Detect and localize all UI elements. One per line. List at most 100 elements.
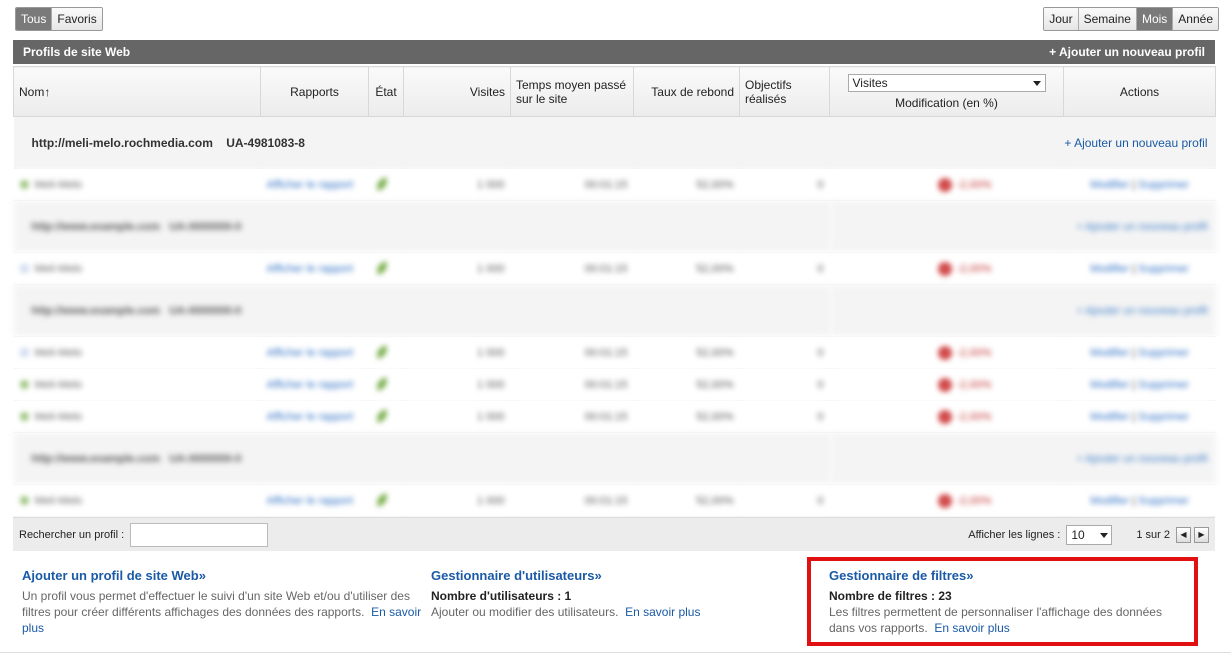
profile-name[interactable]: Meli-Melo (35, 263, 83, 275)
time-value: 00:01:15 (510, 368, 634, 401)
col-avg-time-header[interactable]: Temps moyen passé sur le site (510, 66, 634, 117)
leaf-icon (373, 344, 390, 359)
add-profile-header-link[interactable]: + Ajouter un nouveau profil (1049, 45, 1205, 59)
account-url: http://www.example.com (31, 452, 161, 465)
search-profile-input[interactable] (130, 522, 269, 547)
view-report-link[interactable]: Afficher le rapport (267, 347, 354, 359)
delete-link[interactable]: Supprimer (1138, 495, 1189, 507)
arrow-down-icon (937, 261, 952, 276)
profile-name[interactable]: Meli-Melo (35, 179, 83, 191)
profiles-table: Nom↑ Rapports État Visites Temps moyen p… (13, 66, 1216, 517)
account-ua: UA-0000000-0 (169, 304, 242, 317)
edit-link[interactable]: Modifier (1090, 379, 1129, 391)
col-state-header[interactable]: État (368, 66, 404, 117)
col-goals-header[interactable]: Objectifs réalisés (739, 66, 830, 117)
table-row: Meli-Melo Afficher le rapport 1 000 00:0… (13, 484, 1216, 517)
bounce-value: 52,00% (633, 400, 740, 433)
view-report-link[interactable]: Afficher le rapport (267, 379, 354, 391)
view-report-link[interactable]: Afficher le rapport (267, 263, 354, 275)
filter-favorites-button[interactable]: Favoris (51, 8, 102, 30)
time-value: 00:01:15 (510, 400, 634, 433)
col-visits-header[interactable]: Visites (403, 66, 511, 117)
arrow-down-icon (937, 345, 952, 360)
bounce-value: 52,00% (633, 168, 740, 201)
users-manager-title-link[interactable]: Gestionnaire d'utilisateurs» (431, 568, 791, 584)
arrow-down-icon (937, 177, 952, 192)
view-report-link[interactable]: Afficher le rapport (267, 411, 354, 423)
profile-name[interactable]: Meli-Melo (35, 347, 83, 359)
col-name-header[interactable]: Nom↑ (13, 66, 261, 117)
account-row: http://www.example.com UA-0000000-0 + Aj… (13, 284, 1216, 337)
table-footer-bar: Rechercher un profil : Afficher les lign… (13, 517, 1215, 551)
account-row: http://www.example.com UA-0000000-0 + Aj… (13, 200, 1216, 253)
delete-link[interactable]: Supprimer (1138, 347, 1189, 359)
rows-per-page-value: 10 (1071, 527, 1085, 542)
goals-value: 0 (739, 368, 830, 401)
account-row: http://meli-melo.rochmedia.com UA-498108… (13, 116, 1216, 169)
profile-name[interactable]: Meli-Melo (35, 411, 83, 423)
period-toggle: Jour Semaine Mois Année (1043, 7, 1219, 31)
account-url: http://www.example.com (31, 304, 161, 317)
prev-page-icon[interactable]: ◀ (1176, 526, 1191, 543)
rows-label: Afficher les lignes : (968, 528, 1061, 541)
arrow-down-icon (937, 377, 952, 392)
goals-value: 0 (739, 252, 830, 285)
delete-link[interactable]: Supprimer (1138, 179, 1189, 191)
delete-link[interactable]: Supprimer (1138, 263, 1189, 275)
period-year-button[interactable]: Année (1172, 8, 1218, 30)
profiles-panel-header: Profils de site Web + Ajouter un nouveau… (13, 40, 1215, 64)
status-icon (19, 180, 29, 190)
view-report-link[interactable]: Afficher le rapport (267, 495, 354, 507)
divider (0, 652, 1231, 653)
add-profile-title-link[interactable]: Ajouter un profil de site Web» (22, 568, 422, 584)
time-value: 00:01:15 (510, 336, 634, 369)
account-row: http://www.example.com UA-0000000-0 + Aj… (13, 432, 1216, 485)
users-learn-more-link[interactable]: En savoir plus (625, 605, 700, 619)
leaf-icon (373, 176, 390, 191)
metric-select[interactable]: Visites (847, 73, 1046, 92)
period-month-button[interactable]: Mois (1135, 8, 1173, 30)
rows-per-page-select[interactable]: 10 (1066, 524, 1113, 545)
add-profile-link[interactable]: + Ajouter un nouveau profil (829, 284, 1216, 337)
visits-value: 1 000 (403, 336, 511, 369)
profile-name[interactable]: Meli-Melo (35, 379, 83, 391)
account-url: http://meli-melo.rochmedia.com (31, 135, 213, 150)
status-icon (19, 264, 29, 274)
leaf-icon (373, 376, 390, 391)
delete-link[interactable]: Supprimer (1138, 411, 1189, 423)
table-row: Meli-Melo Afficher le rapport 1 000 00:0… (13, 368, 1216, 401)
col-actions-header: Actions (1063, 66, 1216, 117)
goals-value: 0 (739, 168, 830, 201)
filter-all-button[interactable]: Tous (16, 8, 52, 30)
change-value: -2,00% (956, 178, 992, 191)
chevron-down-icon (1100, 532, 1109, 538)
visits-value: 1 000 (403, 400, 511, 433)
col-bounce-header[interactable]: Taux de rebond (633, 66, 740, 117)
period-week-button[interactable]: Semaine (1077, 8, 1136, 30)
next-page-icon[interactable]: ▶ (1194, 526, 1209, 543)
account-url: http://www.example.com (31, 220, 161, 233)
add-profile-link[interactable]: + Ajouter un nouveau profil (829, 200, 1216, 253)
add-profile-link[interactable]: + Ajouter un nouveau profil (829, 432, 1216, 485)
account-label: http://meli-melo.rochmedia.com UA-498108… (13, 116, 830, 169)
delete-link[interactable]: Supprimer (1138, 379, 1189, 391)
period-day-button[interactable]: Jour (1044, 8, 1078, 30)
leaf-icon (373, 492, 390, 507)
leaf-icon (373, 260, 390, 275)
table-row: Meli-Melo Afficher le rapport 1 000 00:0… (13, 400, 1216, 433)
users-manager-info: Gestionnaire d'utilisateurs» Nombre d'ut… (431, 568, 791, 620)
edit-link[interactable]: Modifier (1090, 179, 1129, 191)
account-ua: UA-4981083-8 (226, 135, 305, 150)
page-info: 1 sur 2 (1136, 528, 1170, 541)
view-report-link[interactable]: Afficher le rapport (267, 179, 354, 191)
add-profile-info: Ajouter un profil de site Web» Un profil… (22, 568, 422, 636)
profile-name[interactable]: Meli-Melo (35, 495, 83, 507)
add-profile-link[interactable]: + Ajouter un nouveau profil (829, 116, 1216, 169)
edit-link[interactable]: Modifier (1090, 347, 1129, 359)
edit-link[interactable]: Modifier (1090, 495, 1129, 507)
time-value: 00:01:15 (510, 168, 634, 201)
bounce-value: 52,00% (633, 368, 740, 401)
edit-link[interactable]: Modifier (1090, 263, 1129, 275)
edit-link[interactable]: Modifier (1090, 411, 1129, 423)
col-change-label: Modification (en %) (895, 95, 998, 110)
